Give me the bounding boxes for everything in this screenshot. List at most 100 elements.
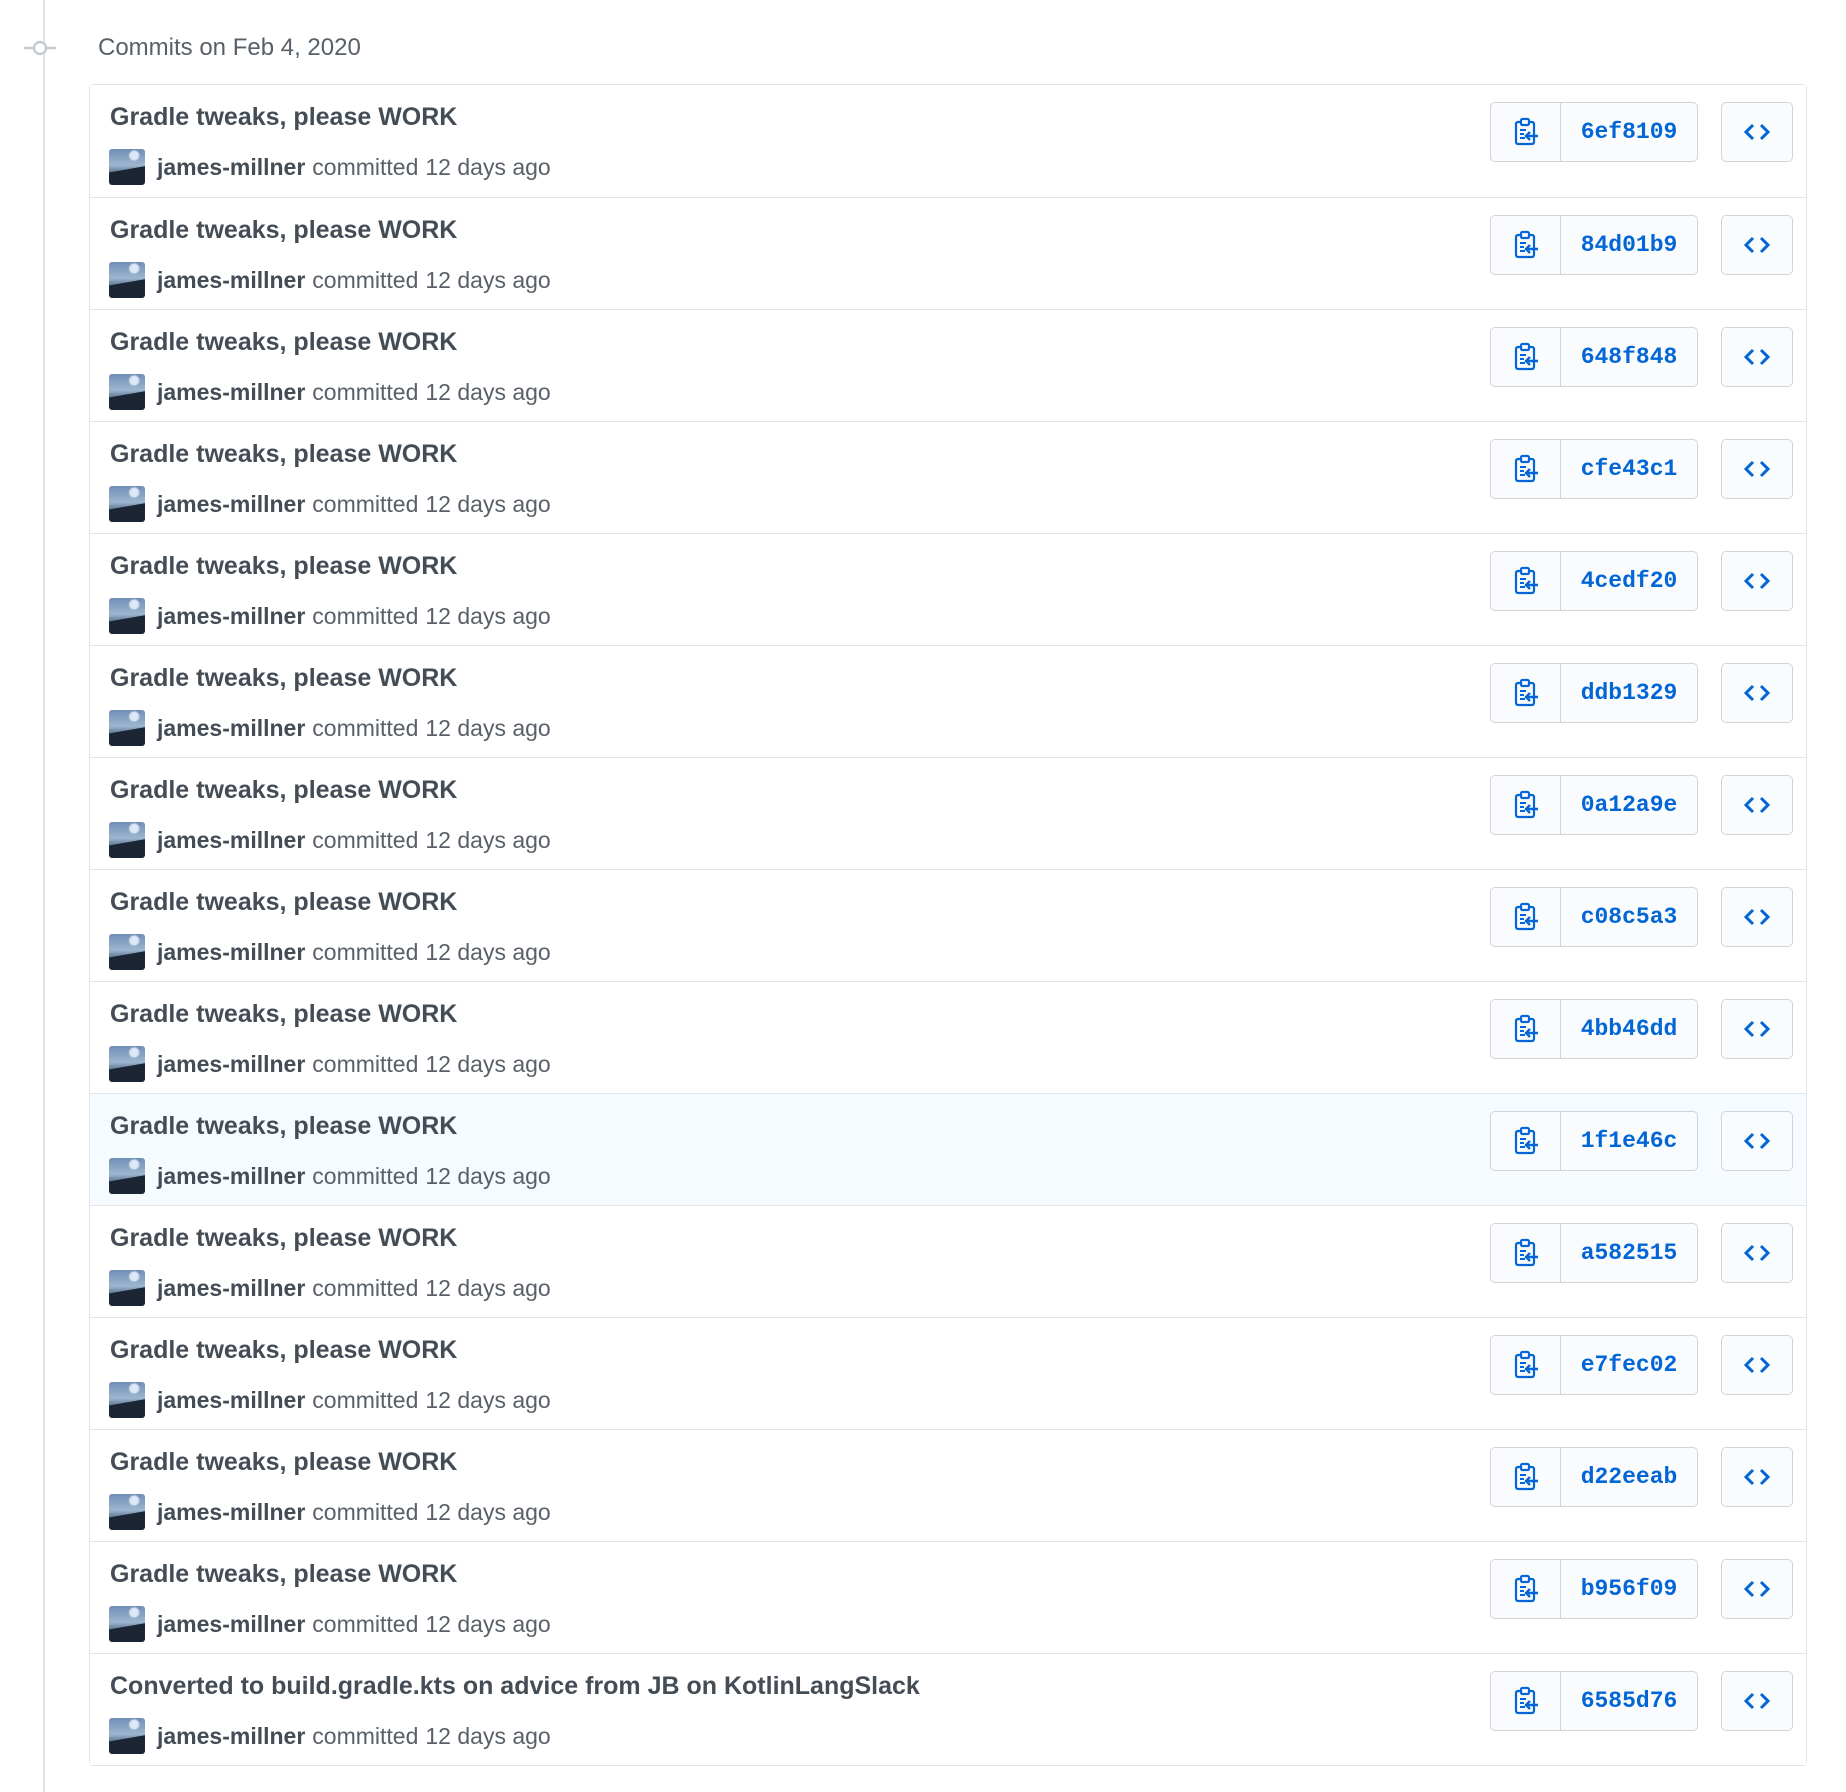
commit-sha-link[interactable]: 4bb46dd xyxy=(1561,1000,1697,1058)
commit-title-link[interactable]: Gradle tweaks, please WORK xyxy=(110,103,457,132)
author-avatar[interactable] xyxy=(109,822,145,858)
commit-title-link[interactable]: Gradle tweaks, please WORK xyxy=(110,328,457,357)
copy-sha-button[interactable] xyxy=(1491,552,1561,610)
author-avatar[interactable] xyxy=(109,1158,145,1194)
author-link[interactable]: james-millner xyxy=(157,1163,305,1190)
author-avatar[interactable] xyxy=(109,1606,145,1642)
copy-sha-button[interactable] xyxy=(1491,1336,1561,1394)
commit-sha-link[interactable]: ddb1329 xyxy=(1561,664,1697,722)
copy-sha-button[interactable] xyxy=(1491,328,1561,386)
browse-files-button[interactable] xyxy=(1721,1335,1793,1395)
commit-row: Gradle tweaks, please WORK james-millner… xyxy=(90,645,1806,757)
browse-files-button[interactable] xyxy=(1721,215,1793,275)
commit-row: Gradle tweaks, please WORK james-millner… xyxy=(90,421,1806,533)
commit-sha-link[interactable]: a582515 xyxy=(1561,1224,1697,1282)
commit-sha-link[interactable]: 648f848 xyxy=(1561,328,1697,386)
commit-sha-link[interactable]: cfe43c1 xyxy=(1561,440,1697,498)
copy-sha-button[interactable] xyxy=(1491,1560,1561,1618)
browse-files-button[interactable] xyxy=(1721,551,1793,611)
author-avatar[interactable] xyxy=(109,1270,145,1306)
browse-files-button[interactable] xyxy=(1721,887,1793,947)
author-link[interactable]: james-millner xyxy=(157,715,305,742)
author-link[interactable]: james-millner xyxy=(157,1499,305,1526)
author-avatar[interactable] xyxy=(109,149,145,185)
copy-sha-button[interactable] xyxy=(1491,776,1561,834)
commit-title-link[interactable]: Gradle tweaks, please WORK xyxy=(110,440,457,469)
author-avatar[interactable] xyxy=(109,486,145,522)
browse-files-button[interactable] xyxy=(1721,439,1793,499)
copy-sha-button[interactable] xyxy=(1491,1112,1561,1170)
commit-title-link[interactable]: Gradle tweaks, please WORK xyxy=(110,1560,457,1589)
browse-files-button[interactable] xyxy=(1721,102,1793,162)
copy-sha-button[interactable] xyxy=(1491,216,1561,274)
author-link[interactable]: james-millner xyxy=(157,1723,305,1750)
commit-sha-link[interactable]: 4cedf20 xyxy=(1561,552,1697,610)
commit-title-link[interactable]: Gradle tweaks, please WORK xyxy=(110,1448,457,1477)
browse-files-button[interactable] xyxy=(1721,1447,1793,1507)
commit-meta: james-millner committed 12 days ago xyxy=(109,1270,551,1306)
commit-title-link[interactable]: Gradle tweaks, please WORK xyxy=(110,776,457,805)
commit-sha-link[interactable]: c08c5a3 xyxy=(1561,888,1697,946)
commit-title-link[interactable]: Gradle tweaks, please WORK xyxy=(110,552,457,581)
commit-title-link[interactable]: Gradle tweaks, please WORK xyxy=(110,888,457,917)
author-link[interactable]: james-millner xyxy=(157,827,305,854)
browse-files-button[interactable] xyxy=(1721,1559,1793,1619)
commit-title-link[interactable]: Gradle tweaks, please WORK xyxy=(110,1336,457,1365)
copy-sha-button[interactable] xyxy=(1491,1672,1561,1730)
author-link[interactable]: james-millner xyxy=(157,491,305,518)
author-avatar[interactable] xyxy=(109,1494,145,1530)
code-icon xyxy=(1744,1691,1770,1711)
author-link[interactable]: james-millner xyxy=(157,1051,305,1078)
author-link[interactable]: james-millner xyxy=(157,154,305,181)
author-link[interactable]: james-millner xyxy=(157,1611,305,1638)
commit-meta: james-millner committed 12 days ago xyxy=(109,262,551,298)
commit-sha-link[interactable]: b956f09 xyxy=(1561,1560,1697,1618)
author-link[interactable]: james-millner xyxy=(157,267,305,294)
author-avatar[interactable] xyxy=(109,374,145,410)
commit-sha-link[interactable]: d22eeab xyxy=(1561,1448,1697,1506)
sha-button-group: ddb1329 xyxy=(1490,663,1698,723)
author-avatar[interactable] xyxy=(109,262,145,298)
sha-button-group: e7fec02 xyxy=(1490,1335,1698,1395)
commit-sha-link[interactable]: 1f1e46c xyxy=(1561,1112,1697,1170)
committed-text: committed xyxy=(312,266,419,293)
copy-sha-button[interactable] xyxy=(1491,1224,1561,1282)
commit-title-link[interactable]: Gradle tweaks, please WORK xyxy=(110,1112,457,1141)
copy-sha-button[interactable] xyxy=(1491,103,1561,161)
browse-files-button[interactable] xyxy=(1721,663,1793,723)
copy-sha-button[interactable] xyxy=(1491,440,1561,498)
commit-title-link[interactable]: Converted to build.gradle.kts on advice … xyxy=(110,1672,920,1701)
author-avatar[interactable] xyxy=(109,1046,145,1082)
commit-title-link[interactable]: Gradle tweaks, please WORK xyxy=(110,216,457,245)
relative-time: 12 days ago xyxy=(425,1274,551,1301)
copy-sha-button[interactable] xyxy=(1491,1448,1561,1506)
commit-sha-link[interactable]: e7fec02 xyxy=(1561,1336,1697,1394)
author-link[interactable]: james-millner xyxy=(157,603,305,630)
author-avatar[interactable] xyxy=(109,598,145,634)
author-link[interactable]: james-millner xyxy=(157,939,305,966)
commit-title-link[interactable]: Gradle tweaks, please WORK xyxy=(110,664,457,693)
author-link[interactable]: james-millner xyxy=(157,1387,305,1414)
browse-files-button[interactable] xyxy=(1721,1671,1793,1731)
commit-sha-link[interactable]: 6585d76 xyxy=(1561,1672,1697,1730)
copy-sha-button[interactable] xyxy=(1491,888,1561,946)
copy-sha-button[interactable] xyxy=(1491,1000,1561,1058)
author-link[interactable]: james-millner xyxy=(157,1275,305,1302)
browse-files-button[interactable] xyxy=(1721,327,1793,387)
author-avatar[interactable] xyxy=(109,934,145,970)
author-avatar[interactable] xyxy=(109,1382,145,1418)
browse-files-button[interactable] xyxy=(1721,999,1793,1059)
commit-sha-link[interactable]: 84d01b9 xyxy=(1561,216,1697,274)
author-avatar[interactable] xyxy=(109,1718,145,1754)
commit-title-link[interactable]: Gradle tweaks, please WORK xyxy=(110,1224,457,1253)
author-link[interactable]: james-millner xyxy=(157,379,305,406)
browse-files-button[interactable] xyxy=(1721,1111,1793,1171)
copy-sha-button[interactable] xyxy=(1491,664,1561,722)
browse-files-button[interactable] xyxy=(1721,1223,1793,1283)
browse-files-button[interactable] xyxy=(1721,775,1793,835)
committed-text: committed xyxy=(312,938,419,965)
commit-title-link[interactable]: Gradle tweaks, please WORK xyxy=(110,1000,457,1029)
commit-sha-link[interactable]: 6ef8109 xyxy=(1561,103,1697,161)
commit-sha-link[interactable]: 0a12a9e xyxy=(1561,776,1697,834)
author-avatar[interactable] xyxy=(109,710,145,746)
